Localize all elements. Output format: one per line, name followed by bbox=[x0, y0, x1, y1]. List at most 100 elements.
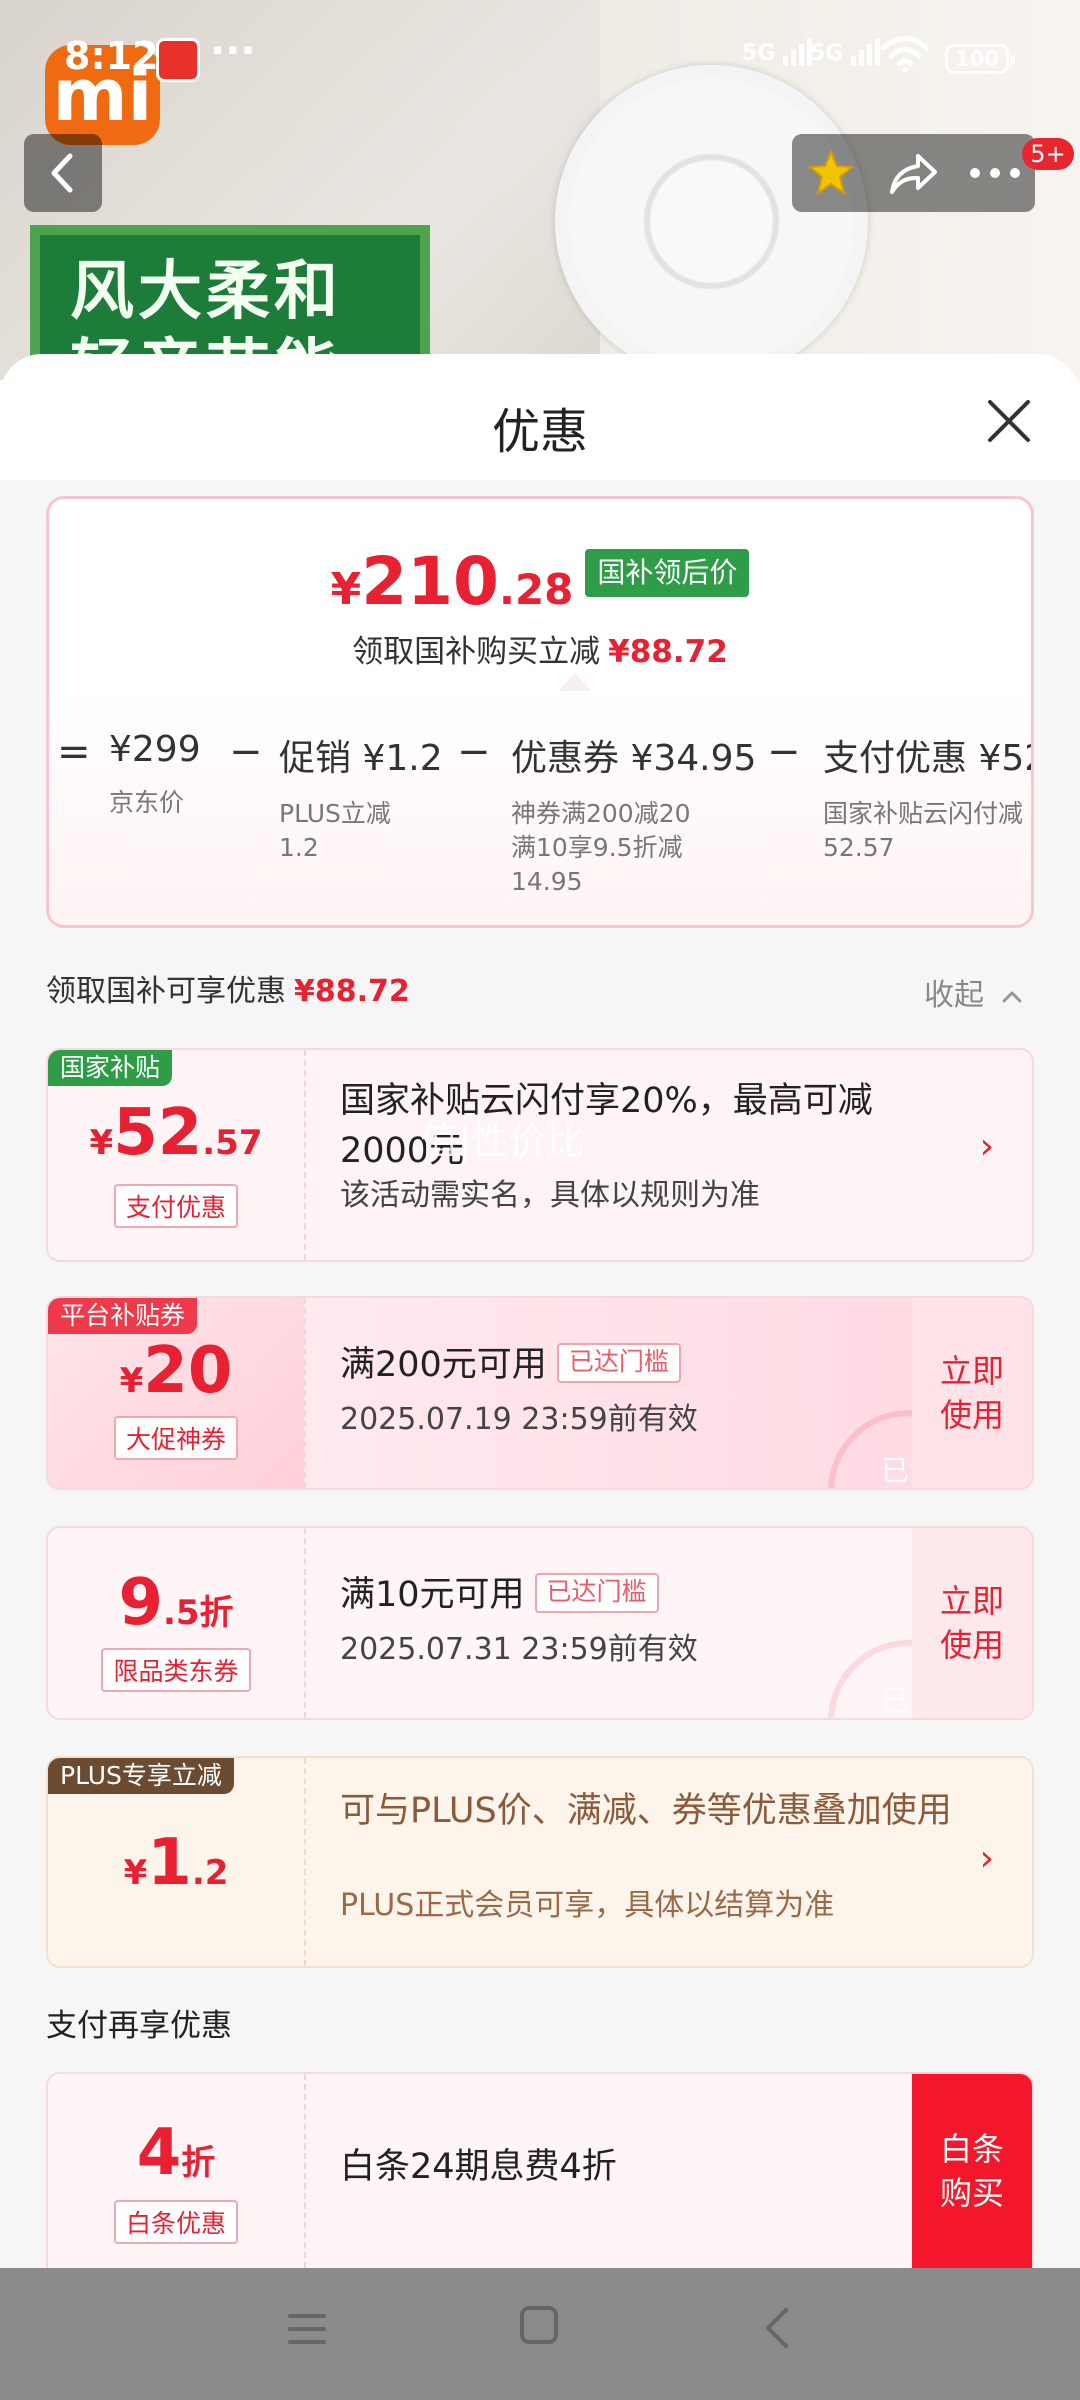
coupon-amount: ¥52.57 bbox=[48, 1096, 304, 1170]
battery-indicator: 100 bbox=[945, 44, 1015, 74]
card-divider bbox=[304, 1758, 306, 1966]
calc-detail: 神券满200减20 满10享9.5折减 14.95 bbox=[511, 799, 691, 896]
card-left: 国家补贴 ¥52.57 支付优惠 bbox=[48, 1050, 304, 1260]
subsidy-summary-amount: ¥88.72 bbox=[608, 634, 728, 670]
subsidy-summary: 领取国补购买立减 ¥88.72 bbox=[49, 626, 1031, 671]
price-breakdown: = ¥299 京东价 − 促销 ¥1.2 PLUS立减 1.2 − 优惠券 ¥3… bbox=[49, 729, 1034, 919]
share-icon[interactable] bbox=[886, 148, 940, 198]
price-decimal: .28 bbox=[498, 565, 574, 614]
currency-symbol: ¥ bbox=[123, 1853, 148, 1893]
calc-detail: 京东价 bbox=[109, 788, 185, 817]
section-heading-text: 领取国补可享优惠 bbox=[46, 974, 286, 1009]
collapse-button[interactable]: 收起 bbox=[924, 970, 1024, 1014]
more-icon[interactable] bbox=[968, 160, 1022, 186]
final-price: ¥210.28 国补领后价 bbox=[49, 543, 1031, 620]
back-button[interactable] bbox=[24, 134, 102, 212]
chevron-right-icon[interactable]: › bbox=[980, 1126, 994, 1167]
section-heading-amount: ¥88.72 bbox=[294, 974, 410, 1009]
watermark: 值|性价比 bbox=[420, 1119, 585, 1163]
payment-section-label: 支付再享优惠 bbox=[46, 2008, 232, 2044]
back-arrow-icon[interactable] bbox=[760, 2304, 794, 2352]
chevron-right-icon[interactable]: › bbox=[980, 1838, 994, 1879]
signal-bars-icon bbox=[851, 38, 883, 66]
baitiao-card[interactable]: 4折 白条优惠 白条24期息费4折 白条 购买 bbox=[46, 2072, 1034, 2268]
use-now-button[interactable]: 立即 使用 bbox=[912, 1528, 1032, 1718]
card-left: 平台补贴券 ¥20 大促神券 bbox=[48, 1298, 304, 1488]
signal-2: 5G bbox=[810, 38, 883, 66]
calc-main: 促销 ¥1.2 bbox=[279, 738, 443, 779]
calc-item-coupon: 优惠券 ¥34.95 神券满200减20 满10享9.5折减 14.95 bbox=[511, 729, 756, 899]
chevron-up-icon bbox=[1002, 991, 1022, 1003]
calc-item-jd-price: ¥299 京东价 bbox=[109, 729, 201, 820]
discount-sheet: 优惠 ¥210.28 国补领后价 领取国补购买立减 ¥88.72 = ¥299 京东… bbox=[0, 354, 1080, 2268]
more-notifications-icon: ··· bbox=[210, 28, 256, 74]
minus-operator: − bbox=[229, 729, 263, 775]
coupon-type-label: 支付优惠 bbox=[48, 1184, 304, 1228]
amount-integer: 1 bbox=[147, 1826, 192, 1900]
plus-discount-card[interactable]: PLUS专享立减 ¥1.2 可与PLUS价、满减、券等优惠叠加使用 PLUS正式… bbox=[46, 1756, 1034, 1968]
coupon-note: 该活动需实名，具体以规则为准 bbox=[340, 1178, 760, 1213]
wifi-icon bbox=[880, 36, 930, 73]
signal-1: 5G bbox=[742, 38, 815, 66]
menu-icon[interactable] bbox=[286, 2308, 328, 2350]
card-divider bbox=[304, 1050, 306, 1260]
coupon-tag: 国家补贴 bbox=[48, 1050, 173, 1086]
card-divider bbox=[304, 2074, 306, 2268]
coupon-title: 可与PLUS价、满减、券等优惠叠加使用 bbox=[340, 1791, 952, 1831]
section-heading: 领取国补可享优惠 ¥88.72 bbox=[46, 966, 410, 1010]
calc-main: ¥299 bbox=[109, 729, 201, 770]
coupon-tag: PLUS专享立减 bbox=[48, 1758, 234, 1794]
discount-title: 白条24期息费4折 bbox=[340, 2147, 617, 2187]
coupon-amount: ¥1.2 bbox=[48, 1826, 304, 1900]
discount-amount: 4折 bbox=[48, 2116, 304, 2190]
calc-main: 优惠券 ¥34.95 bbox=[511, 738, 757, 779]
coupon-title: 满10元可用 已达门槛 bbox=[340, 1570, 952, 1620]
price-integer: 210 bbox=[361, 543, 499, 620]
currency-symbol: ¥ bbox=[89, 1123, 114, 1163]
status-time: 8:12 bbox=[64, 34, 159, 78]
minus-operator: − bbox=[457, 729, 491, 775]
home-icon[interactable] bbox=[520, 2306, 558, 2344]
favorite-star-icon[interactable] bbox=[806, 148, 856, 198]
collapse-label: 收起 bbox=[924, 978, 984, 1013]
threshold-reached-tag: 已达门槛 bbox=[556, 1343, 681, 1383]
message-count-badge: 5+ bbox=[1022, 138, 1074, 170]
card-left: PLUS专享立减 ¥1.2 bbox=[48, 1758, 304, 1966]
amount-decimal: .5折 bbox=[162, 1593, 234, 1633]
coupon-type-label: 大促神券 bbox=[48, 1416, 304, 1460]
close-icon[interactable] bbox=[984, 396, 1034, 446]
coupon-note: PLUS正式会员可享，具体以结算为准 bbox=[340, 1888, 835, 1923]
card-divider bbox=[304, 1528, 306, 1718]
minus-operator: − bbox=[767, 729, 801, 775]
calc-item-promotion: 促销 ¥1.2 PLUS立减 1.2 bbox=[279, 729, 443, 865]
network-label-2: 5G bbox=[810, 41, 844, 66]
system-navigation-bar bbox=[0, 2268, 1080, 2400]
poster-line-1: 风大柔和 bbox=[70, 255, 342, 329]
calc-item-payment: 支付优惠 ¥52 国家补贴云闪付减 52.57 bbox=[823, 729, 1034, 865]
coupon-type-label: 限品类东券 bbox=[48, 1648, 304, 1692]
amount-integer: 52 bbox=[113, 1096, 203, 1170]
app-notification-icon bbox=[156, 38, 200, 82]
equals-operator: = bbox=[57, 729, 91, 775]
coupon-tag: 平台补贴券 bbox=[48, 1298, 198, 1334]
coupon-title: 满200元可用 已达门槛 bbox=[340, 1340, 952, 1390]
sheet-header: 优惠 bbox=[0, 354, 1080, 480]
use-now-button[interactable]: 立即 使用 bbox=[912, 1298, 1032, 1488]
currency-symbol: ¥ bbox=[330, 564, 362, 615]
summary-notch bbox=[559, 673, 591, 691]
discount-type-label: 白条优惠 bbox=[48, 2200, 304, 2244]
baitiao-buy-button[interactable]: 白条 购买 bbox=[912, 2074, 1032, 2268]
card-left: 9.5折 限品类东券 bbox=[48, 1528, 304, 1718]
amount-integer: 4 bbox=[136, 2116, 182, 2190]
subsidy-price-tag: 国补领后价 bbox=[585, 549, 750, 597]
amount-decimal: .57 bbox=[202, 1123, 263, 1163]
coupon-amount: ¥20 bbox=[48, 1334, 304, 1408]
platform-coupon-card[interactable]: 平台补贴券 ¥20 大促神券 满200元可用 已达门槛 2025.07.19 23… bbox=[46, 1296, 1034, 1490]
coupon-amount: 9.5折 bbox=[48, 1566, 304, 1640]
subsidy-summary-text: 领取国补购买立减 bbox=[352, 634, 601, 670]
amount-integer: 9 bbox=[118, 1566, 163, 1640]
calc-main: 支付优惠 ¥52 bbox=[823, 738, 1034, 779]
sheet-title: 优惠 bbox=[491, 404, 588, 460]
amount-decimal: 折 bbox=[181, 2143, 216, 2183]
category-coupon-card[interactable]: 9.5折 限品类东券 满10元可用 已达门槛 2025.07.31 23:59前有… bbox=[46, 1526, 1034, 1720]
